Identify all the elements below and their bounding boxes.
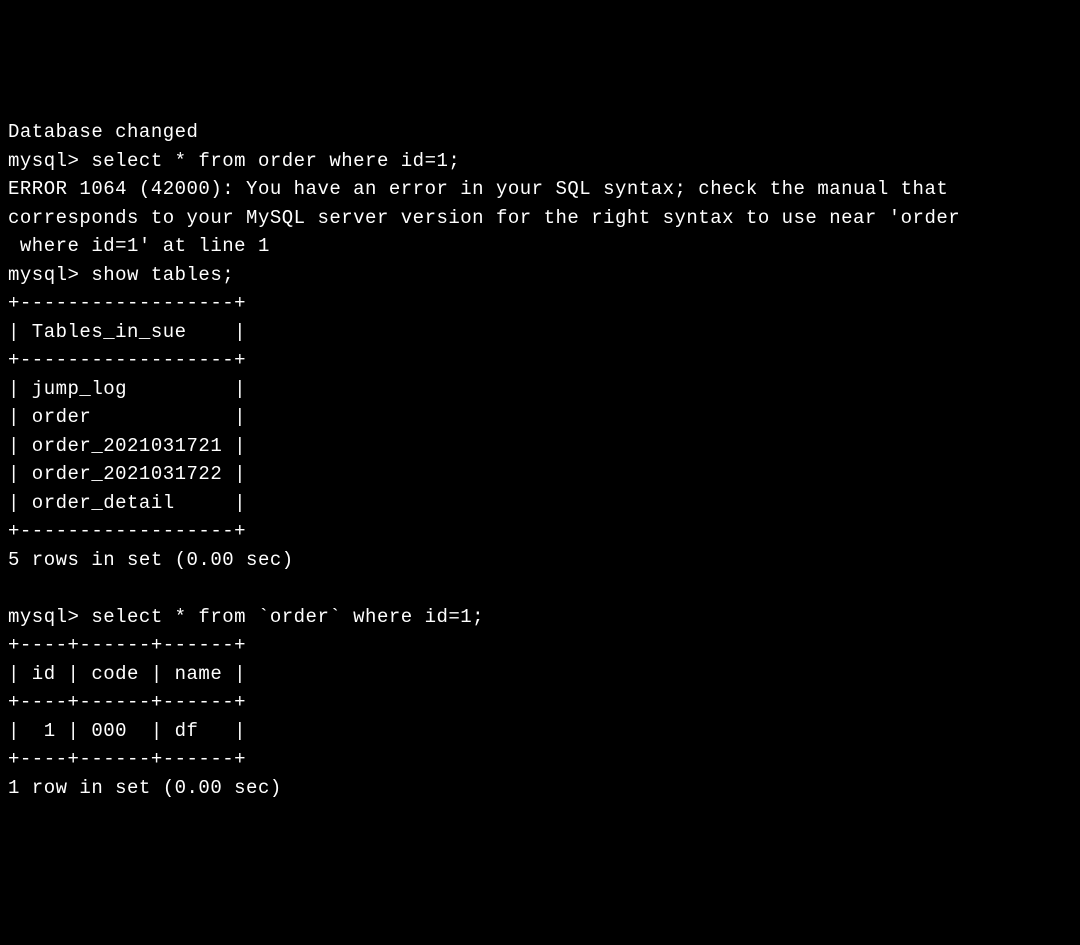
table-row: | jump_log | xyxy=(8,378,246,400)
prompt-line: mysql> select * from order where id=1; xyxy=(8,150,460,172)
table-border: +------------------+ xyxy=(8,349,246,371)
output-line: Database changed xyxy=(8,121,198,143)
table-header: | id | code | name | xyxy=(8,663,246,685)
table-border: +------------------+ xyxy=(8,520,246,542)
table-border: +----+------+------+ xyxy=(8,691,246,713)
table-row: | order | xyxy=(8,406,246,428)
table-header: | Tables_in_sue | xyxy=(8,321,246,343)
prompt-line: mysql> show tables; xyxy=(8,264,234,286)
table-row: | order_detail | xyxy=(8,492,246,514)
table-border: +----+------+------+ xyxy=(8,748,246,770)
table-border: +----+------+------+ xyxy=(8,634,246,656)
result-summary: 5 rows in set (0.00 sec) xyxy=(8,549,294,571)
table-row: | order_2021031722 | xyxy=(8,463,246,485)
prompt-line: mysql> select * from `order` where id=1; xyxy=(8,606,484,628)
result-summary: 1 row in set (0.00 sec) xyxy=(8,777,282,799)
table-row: | order_2021031721 | xyxy=(8,435,246,457)
error-line: where id=1' at line 1 xyxy=(8,235,270,257)
error-line: corresponds to your MySQL server version… xyxy=(8,207,960,229)
table-border: +------------------+ xyxy=(8,292,246,314)
error-line: ERROR 1064 (42000): You have an error in… xyxy=(8,178,948,200)
terminal-output[interactable]: Database changed mysql> select * from or… xyxy=(8,118,1072,802)
table-row: | 1 | 000 | df | xyxy=(8,720,246,742)
